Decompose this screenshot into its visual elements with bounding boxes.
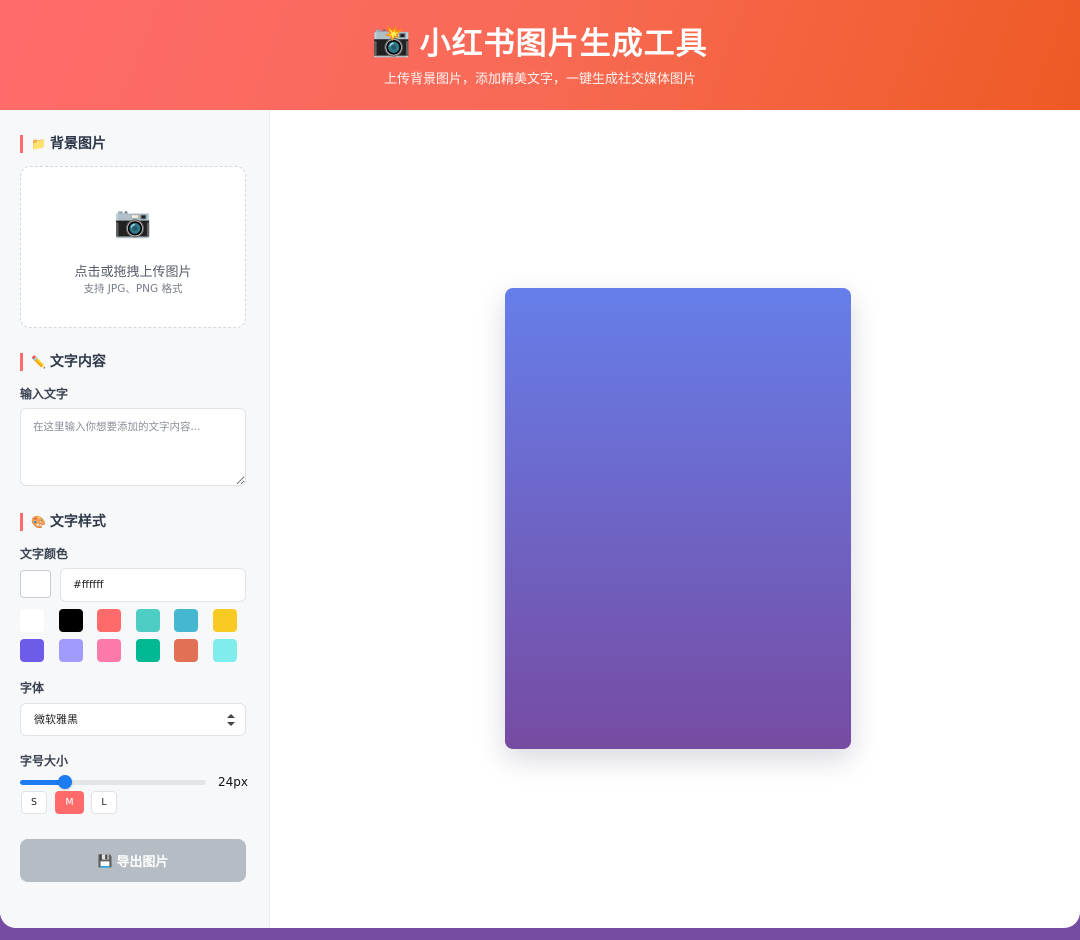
section-title-text: 文字内容 xyxy=(49,354,106,370)
export-button-label: 导出图片 xyxy=(116,855,169,870)
color-swatch[interactable] xyxy=(174,609,198,632)
font-select-value: 微软雅黑 xyxy=(34,713,78,726)
color-swatch[interactable] xyxy=(136,639,160,662)
header: 📸 小红书图片生成工具 上传背景图片，添加精美文字，一键生成社交媒体图片 xyxy=(0,0,1080,110)
image-preview-canvas xyxy=(505,288,851,749)
font-size-slider[interactable] xyxy=(20,775,206,789)
color-swatch[interactable] xyxy=(213,609,237,632)
section-title-text-content: ✏️ 文字内容 xyxy=(20,353,106,371)
color-swatch[interactable] xyxy=(97,639,121,662)
pencil-icon: ✏️ xyxy=(31,355,46,369)
color-swatch[interactable] xyxy=(136,609,160,632)
app-window: 📸 小红书图片生成工具 上传背景图片，添加精美文字，一键生成社交媒体图片 📁 背… xyxy=(0,0,1080,928)
page-title-text: 小红书图片生成工具 xyxy=(419,26,708,62)
color-swatch[interactable] xyxy=(20,639,44,662)
section-title-text: 文字样式 xyxy=(49,514,106,530)
folder-icon: 📁 xyxy=(31,137,46,151)
floppy-disk-icon: 💾 xyxy=(97,853,113,868)
text-content-input[interactable] xyxy=(20,408,246,486)
color-swatch[interactable] xyxy=(174,639,198,662)
select-arrows-icon xyxy=(227,714,235,726)
section-title-text-style: 🎨 文字样式 xyxy=(20,513,106,531)
camera-icon: 📷 xyxy=(114,205,152,240)
font-select[interactable]: 微软雅黑 xyxy=(20,703,246,736)
slider-thumb[interactable] xyxy=(57,775,72,789)
color-swatch[interactable] xyxy=(97,609,121,632)
export-button[interactable]: 💾 导出图片 xyxy=(20,839,246,882)
page-subtitle: 上传背景图片，添加精美文字，一键生成社交媒体图片 xyxy=(383,72,696,87)
color-hex-input[interactable] xyxy=(60,568,246,602)
color-swatch[interactable] xyxy=(20,609,44,632)
color-swatch[interactable] xyxy=(59,639,83,662)
camera-flash-icon: 📸 xyxy=(372,23,412,59)
color-picker[interactable] xyxy=(20,570,51,598)
color-swatch[interactable] xyxy=(213,639,237,662)
section-title-background: 📁 背景图片 xyxy=(20,135,106,153)
upload-instruction: 点击或拖拽上传图片 xyxy=(74,265,192,280)
upload-dropzone[interactable]: 📷 点击或拖拽上传图片 支持 JPG、PNG 格式 xyxy=(20,166,246,328)
size-small-button[interactable]: S xyxy=(21,791,47,814)
upload-format-hint: 支持 JPG、PNG 格式 xyxy=(83,283,183,295)
page-title: 📸 小红书图片生成工具 xyxy=(0,18,1080,63)
palette-icon: 🎨 xyxy=(31,515,46,529)
font-size-label: 字号大小 xyxy=(20,754,69,768)
section-title-text: 背景图片 xyxy=(49,136,106,152)
font-size-value: 24px xyxy=(218,775,248,789)
color-label: 文字颜色 xyxy=(20,547,69,561)
size-large-button[interactable]: L xyxy=(91,791,117,814)
text-input-label: 输入文字 xyxy=(20,387,69,401)
font-label: 字体 xyxy=(20,681,45,695)
color-swatch[interactable] xyxy=(59,609,83,632)
size-medium-button[interactable]: M xyxy=(55,791,84,814)
sidebar: 📁 背景图片 📷 点击或拖拽上传图片 支持 JPG、PNG 格式 ✏️ 文字内容… xyxy=(0,110,270,928)
